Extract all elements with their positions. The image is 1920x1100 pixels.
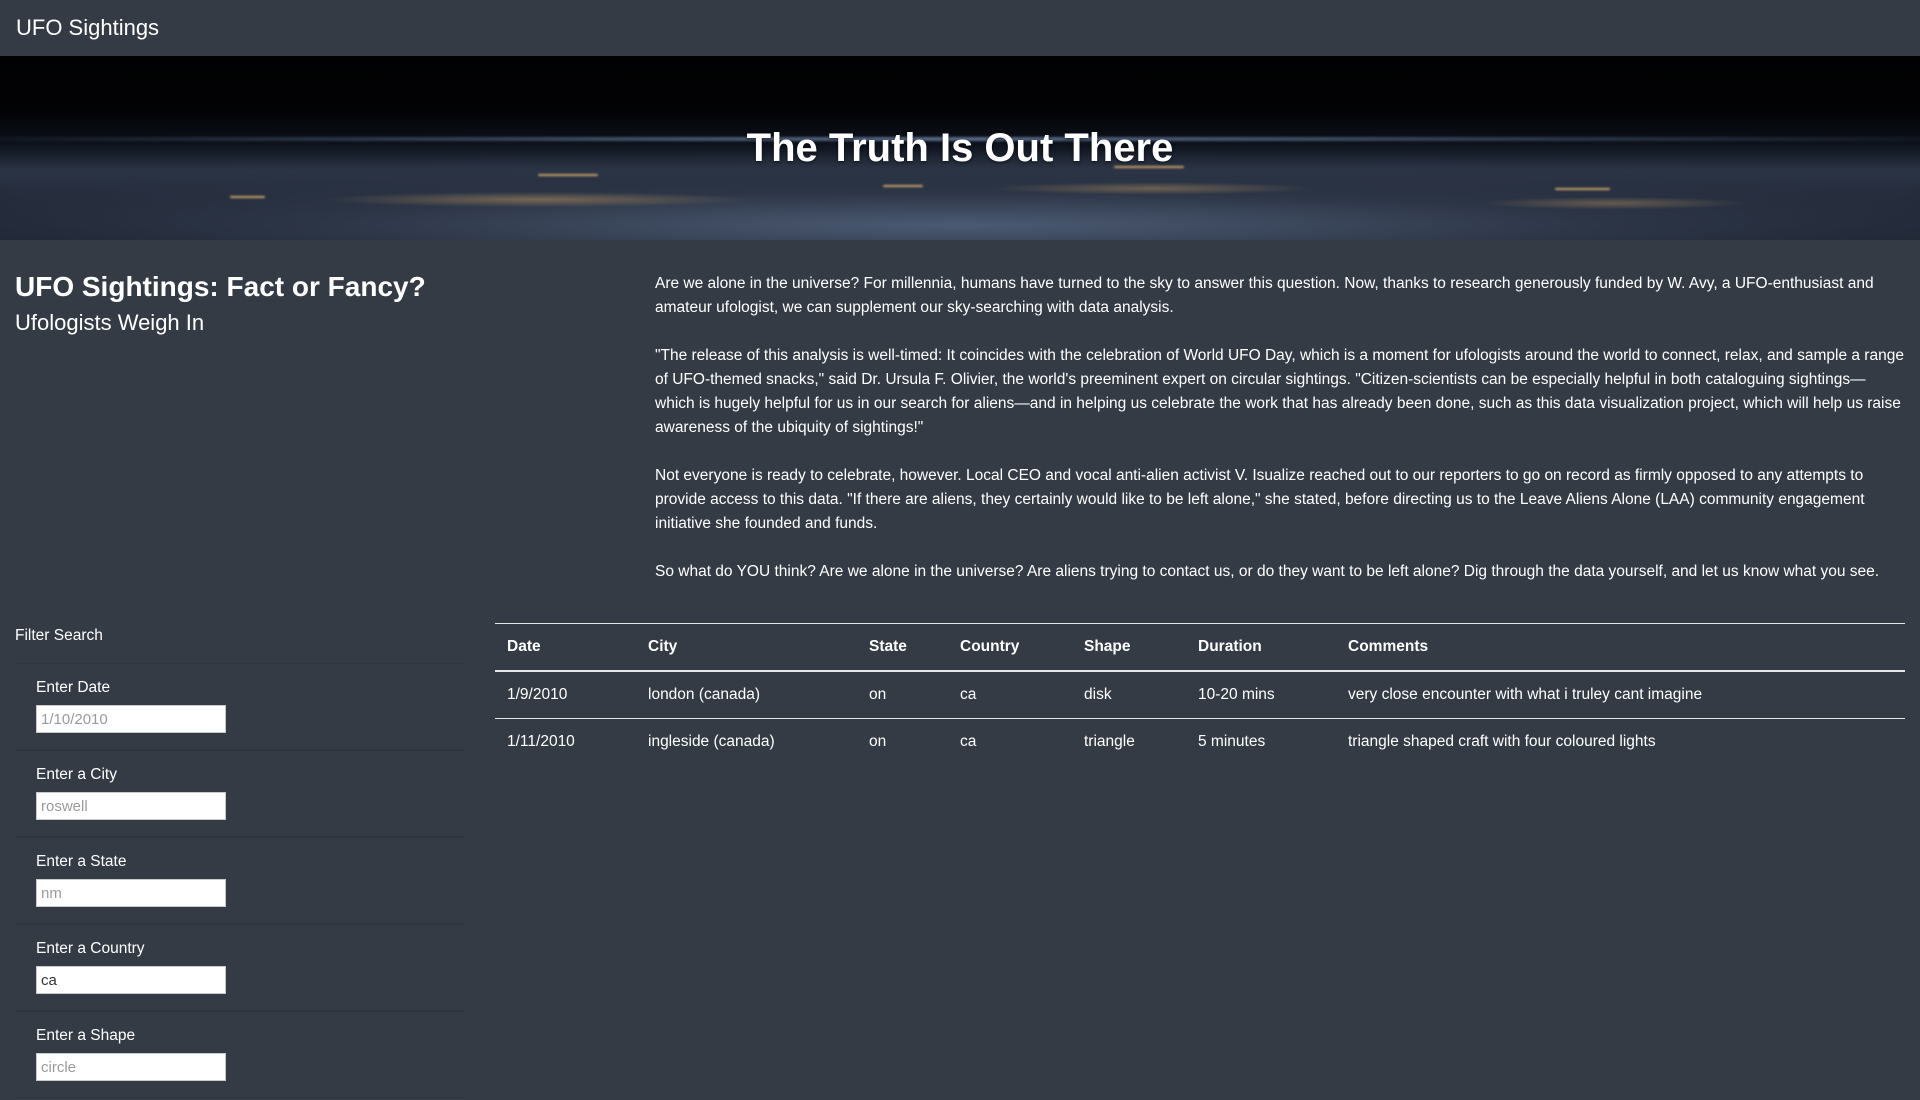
table-row: 1/9/2010 london (canada) on ca disk 10-2… [495,671,1905,719]
article-paragraph: "The release of this analysis is well-ti… [655,347,1904,436]
filter-city-label: Enter a City [36,766,117,783]
date-input[interactable] [36,705,226,733]
article-paragraph: Not everyone is ready to celebrate, howe… [655,467,1865,532]
filter-city: Enter a City [15,750,465,837]
page-subtitle: Ufologists Weigh In [15,309,205,335]
shape-input[interactable] [36,1053,226,1081]
filter-shape-label: Enter a Shape [36,1027,136,1044]
filter-country: Enter a Country [15,924,465,1011]
filter-date-label: Enter Date [36,679,111,696]
filter-form: Enter Date Enter a City Enter a State En… [15,663,465,1098]
cell-city: london (canada) [636,671,857,719]
filter-state: Enter a State [15,837,465,924]
hero-city-light [1555,188,1611,191]
cell-city: ingleside (canada) [648,733,775,750]
cell-state: on [869,733,887,750]
cell-state: on [857,671,948,719]
column-header-date: Date [495,623,636,672]
sightings-table: Date City State Country Shape Duration C… [495,623,1905,765]
sightings-table-container: Date City State Country Shape Duration C… [495,623,1905,765]
filter-date: Enter Date [15,663,465,750]
filter-shape: Enter a Shape [15,1011,465,1098]
table-row: 1/11/2010 ingleside (canada) on ca trian… [495,719,1905,766]
column-header-shape: Shape [1072,623,1186,672]
filter-state-label: Enter a State [36,853,127,870]
cell-country: ca [960,733,977,750]
state-input[interactable] [36,879,226,907]
cell-comments: triangle shaped craft with four coloured… [1348,733,1656,750]
cell-shape: triangle [1084,733,1135,750]
column-header-country: Country [948,623,1072,672]
article-paragraph: So what do YOU think? Are we alone in th… [655,563,1880,580]
column-header-city: City [636,623,857,672]
country-input[interactable] [36,966,226,994]
cell-shape: disk [1072,671,1186,719]
hero-title: The Truth Is Out There [746,125,1174,170]
cell-comments: very close encounter with what i truley … [1336,671,1905,719]
column-header-duration: Duration [1186,623,1336,672]
table-header-row: Date City State Country Shape Duration C… [495,623,1905,672]
hero-city-light [230,195,266,198]
cell-date: 1/9/2010 [495,671,636,719]
brand-link[interactable]: UFO Sightings [16,15,159,41]
city-input[interactable] [36,792,226,820]
hero-city-light [537,173,598,176]
navbar: UFO Sightings [0,0,1920,56]
intro-article: Are we alone in the universe? For millen… [655,272,1905,608]
filter-country-label: Enter a Country [36,940,145,957]
filter-search-title: Filter Search [15,627,103,644]
hero-city-light [883,184,924,187]
cell-duration: 5 minutes [1198,733,1266,750]
intro-heading-block: UFO Sightings: Fact or Fancy? Ufologists… [15,270,575,336]
hero-banner: The Truth Is Out There [0,56,1920,240]
cell-country: ca [948,671,1072,719]
article-paragraph: Are we alone in the universe? For millen… [655,275,1874,316]
column-header-comments: Comments [1336,623,1905,672]
cell-duration: 10-20 mins [1186,671,1336,719]
cell-date: 1/11/2010 [507,733,575,750]
column-header-state: State [857,623,948,672]
page-title: UFO Sightings: Fact or Fancy? [15,271,426,302]
